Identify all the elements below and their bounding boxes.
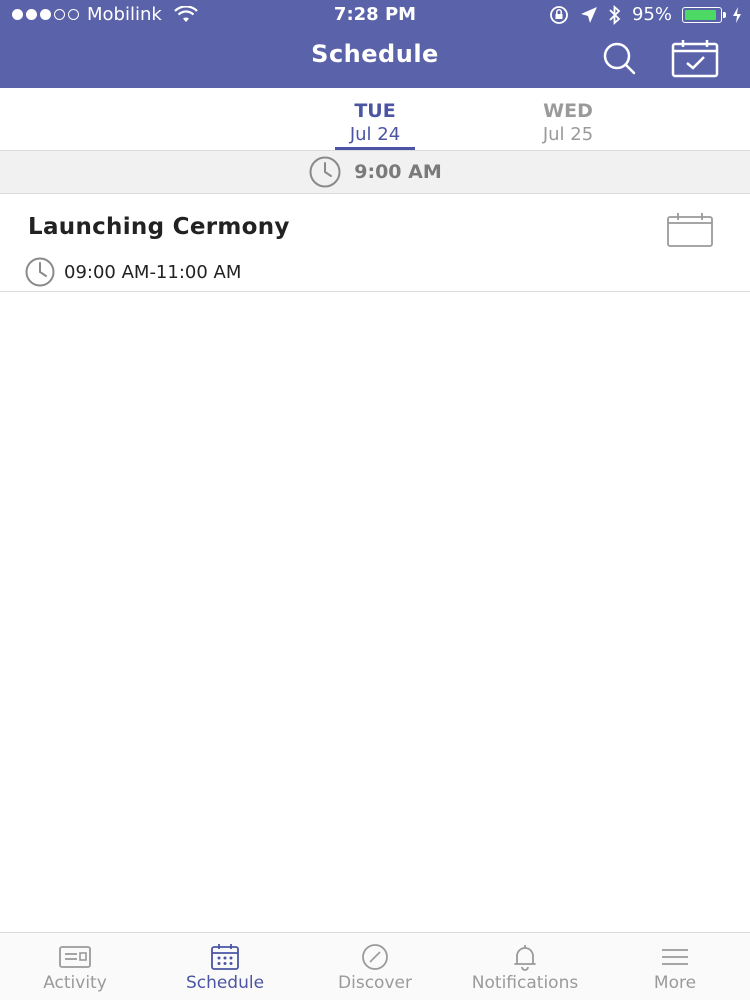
location-arrow-icon	[580, 6, 597, 23]
tab-activity[interactable]: Activity	[0, 933, 150, 1000]
compass-icon	[362, 944, 388, 970]
clock-icon	[309, 156, 341, 188]
event-title: Launching Cermony	[28, 214, 290, 240]
tab-schedule[interactable]: Schedule	[150, 933, 300, 1000]
tab-discover[interactable]: Discover	[300, 933, 450, 1000]
tab-label: Activity	[43, 973, 107, 993]
tab-label: Notifications	[471, 973, 579, 993]
time-section-label: 9:00 AM	[354, 161, 442, 183]
tab-label: Discover	[338, 973, 412, 993]
bell-icon	[514, 945, 536, 971]
calendar-check-icon[interactable]	[670, 38, 720, 78]
battery-icon	[682, 6, 726, 23]
activity-icon	[59, 946, 91, 968]
battery-level	[685, 9, 716, 20]
app-header: Mobilink 7:28 PM 95% Schedule	[0, 0, 750, 88]
calendar-icon[interactable]	[666, 212, 714, 248]
day-tab-date: Jul 25	[542, 124, 594, 145]
orientation-lock-icon	[550, 5, 568, 24]
search-icon[interactable]	[598, 40, 638, 76]
menu-icon	[662, 949, 688, 965]
event-time-row: 09:00 AM-11:00 AM	[24, 256, 241, 288]
tab-notifications[interactable]: Notifications	[450, 933, 600, 1000]
battery-percent: 95%	[631, 4, 672, 25]
status-bar: Mobilink 7:28 PM 95%	[0, 0, 750, 30]
event-time: 09:00 AM-11:00 AM	[64, 261, 242, 283]
clock-icon	[25, 257, 55, 287]
time-section-header: 9:00 AM	[0, 150, 750, 194]
day-tab-wed[interactable]: WED Jul 25	[508, 88, 628, 150]
charging-icon	[733, 6, 741, 23]
tab-more[interactable]: More	[600, 933, 750, 1000]
status-right: 95%	[548, 4, 742, 25]
day-tab-weekday: TUE	[354, 100, 396, 122]
day-tab-tue[interactable]: TUE Jul 24	[315, 88, 435, 150]
event-row[interactable]: Launching Cermony 09:00 AM-11:00 AM	[0, 194, 750, 292]
bottom-tab-bar: Activity Schedule Discover Notifications	[0, 932, 750, 1000]
tab-label: More	[653, 973, 697, 993]
bluetooth-icon	[609, 4, 621, 25]
tab-label: Schedule	[185, 973, 265, 993]
day-tab-date: Jul 24	[349, 124, 401, 145]
day-tabs: TUE Jul 24 WED Jul 25	[0, 88, 750, 150]
calendar-grid-icon	[211, 944, 239, 970]
day-tab-weekday: WED	[543, 100, 593, 122]
